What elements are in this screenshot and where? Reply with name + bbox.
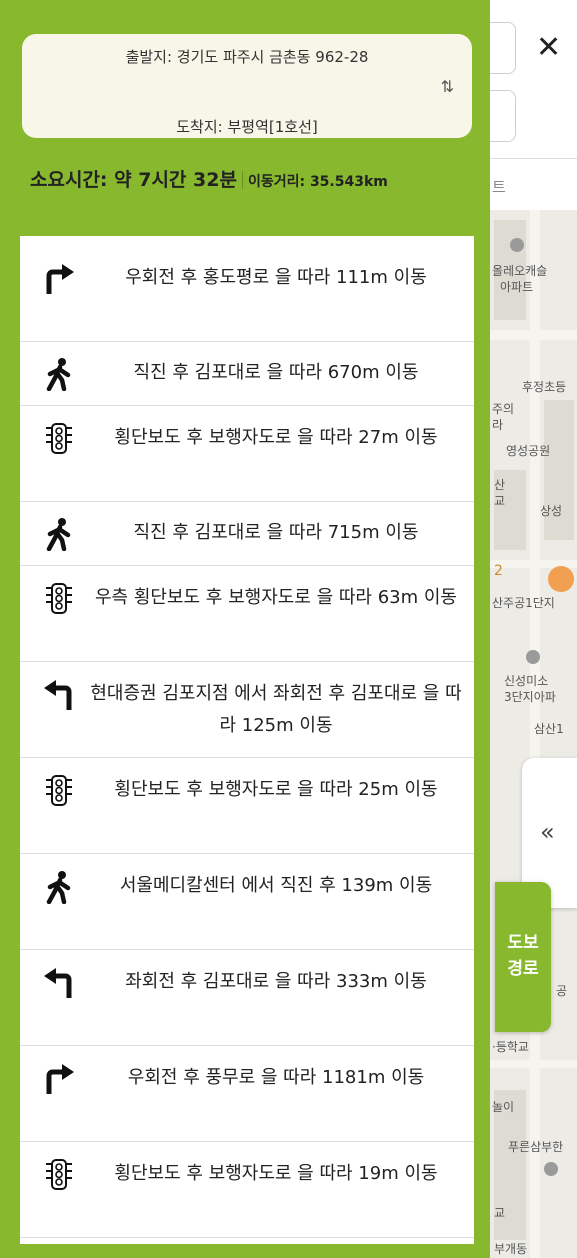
walk-route-tab-label: 도보 경로 xyxy=(507,933,539,979)
map-label: 주의 xyxy=(492,402,515,416)
map-cluster-marker[interactable] xyxy=(548,566,574,592)
map-label: 푸른삼부한 xyxy=(508,1140,564,1154)
map-road xyxy=(490,1060,577,1068)
map-poi-icon xyxy=(510,238,524,252)
direction-step-text: 우회전 후 홍도평로 을 따라 111m 이동 xyxy=(125,267,427,288)
map-label: 삼산1 xyxy=(534,722,564,736)
map-label: 올레오캐슬 xyxy=(492,264,548,278)
route-panel: 출발지: 경기도 파주시 금촌동 962-28 ⇅ 도착지: 부평역[1호선] … xyxy=(0,0,490,1258)
direction-step-text: 좌회전 후 김포대로 을 따라 333m 이동 xyxy=(125,971,427,992)
origin-label: 출발지: 경기도 파주시 금촌동 962-28 xyxy=(125,48,369,66)
direction-step[interactable]: 우회전 후 홍도평로 을 따라 111m 이동 xyxy=(20,246,474,342)
map-poi-icon xyxy=(526,650,540,664)
close-icon[interactable]: ✕ xyxy=(536,30,561,65)
header-divider xyxy=(490,158,577,159)
direction-step[interactable]: 현대증권 김포지점 에서 좌회전 후 김포대로 을 따라 125m 이동 xyxy=(20,662,474,758)
turn-right-icon xyxy=(42,1062,76,1096)
direction-step[interactable]: 우측 횡단보도 후 보행자도로 을 따라 63m 이동 xyxy=(20,566,474,662)
direction-step[interactable]: 직진 후 김포대로 을 따라 715m 이동 xyxy=(20,502,474,566)
map-label: ·등학교 xyxy=(492,1040,529,1054)
map-label: 부개동 xyxy=(494,1242,528,1256)
direction-step-text: 우회전 후 풍무로 을 따라 1181m 이동 xyxy=(127,1067,425,1088)
direction-step[interactable]: 횡단보도 후 보행자도로 을 따라 25m 이동 xyxy=(20,758,474,854)
map-area[interactable]: ✕ 트 올레오캐슬 아파트 후정초등 주의 라 영성공원 산 교 상성 2 산주… xyxy=(490,0,577,1258)
direction-step-text: 횡단보도 후 보행자도로 을 따라 25m 이동 xyxy=(114,779,438,800)
map-label: 영성공원 xyxy=(506,444,551,458)
map-label: 라 xyxy=(492,418,504,432)
distance-text: 이동거리: 35.543km xyxy=(247,174,388,190)
map-label: 아파트 xyxy=(500,280,534,294)
traffic-light-icon xyxy=(42,582,76,616)
map-label: 신성미소 xyxy=(504,674,549,688)
direction-step-text: 횡단보도 후 보행자도로 을 따라 27m 이동 xyxy=(114,427,438,448)
pedestrian-icon xyxy=(42,357,76,392)
direction-step[interactable]: 서울메디칼센터 에서 직진 후 139m 이동 xyxy=(20,854,474,950)
direction-step-text: 횡단보도 후 보행자도로 을 따라 19m 이동 xyxy=(114,1163,438,1184)
walk-route-tab[interactable]: 도보 경로 xyxy=(495,882,551,1032)
map-label: 교 xyxy=(494,494,506,508)
traffic-light-icon xyxy=(42,422,76,456)
direction-step[interactable]: 횡단보도 후 보행자도로 을 따라 27m 이동 xyxy=(20,406,474,502)
search-header: ✕ 트 xyxy=(490,0,577,210)
traffic-light-icon xyxy=(42,774,76,808)
map-label: 산 xyxy=(494,478,506,492)
turn-right-icon xyxy=(42,262,76,296)
direction-step-text: 우측 횡단보도 후 보행자도로 을 따라 63m 이동 xyxy=(94,587,457,608)
direction-step[interactable]: 좌회전 후 김포대로 을 따라 333m 이동 xyxy=(20,950,474,1046)
direction-step[interactable]: 우회전 후 풍무로 을 따라 1181m 이동 xyxy=(20,1046,474,1142)
map-label: 놀이 xyxy=(492,1100,515,1114)
duration-text: 소요시간: 약 7시간 32분 xyxy=(30,169,237,191)
destination-label: 도착지: 부평역[1호선] xyxy=(176,118,318,136)
direction-step-text: 직진 후 김포대로 을 따라 715m 이동 xyxy=(133,522,419,543)
swap-icon[interactable]: ⇅ xyxy=(441,77,454,96)
map-label: 후정초등 xyxy=(522,380,567,394)
map-label: 2 xyxy=(494,563,503,579)
map-label: 산주공1단지 xyxy=(492,596,555,610)
turn-left-icon xyxy=(42,678,76,712)
origin-input[interactable] xyxy=(490,22,516,74)
pedestrian-icon xyxy=(42,517,76,552)
direction-step[interactable]: 직진 후 김포대로 을 따라 670m 이동 xyxy=(20,342,474,406)
route-endpoints-box: 출발지: 경기도 파주시 금촌동 962-28 ⇅ 도착지: 부평역[1호선] xyxy=(22,34,472,138)
pedestrian-icon xyxy=(42,870,76,905)
map-poi-icon xyxy=(544,1162,558,1176)
traffic-light-icon xyxy=(42,1158,76,1192)
map-block xyxy=(544,400,574,540)
map-label: 3단지아파 xyxy=(504,690,556,704)
map-label: 공 xyxy=(556,984,568,998)
destination-input[interactable] xyxy=(490,90,516,142)
tab-fragment[interactable]: 트 xyxy=(492,176,506,197)
direction-step-text: 서울메디칼센터 에서 직진 후 139m 이동 xyxy=(119,875,433,896)
map-label: 교 xyxy=(494,1206,506,1220)
direction-steps-list[interactable]: 우회전 후 홍도평로 을 따라 111m 이동직진 후 김포대로 을 따라 67… xyxy=(20,236,474,1244)
direction-step[interactable]: 횡단보도 후 보행자도로 을 따라 19m 이동 xyxy=(20,1142,474,1238)
turn-left-icon xyxy=(42,966,76,1000)
direction-step-text: 현대증권 김포지점 에서 좌회전 후 김포대로 을 따라 125m 이동 xyxy=(90,683,462,736)
map-label: 상성 xyxy=(540,504,563,518)
direction-step-text: 직진 후 김포대로 을 따라 670m 이동 xyxy=(133,362,419,383)
route-summary: 소요시간: 약 7시간 32분 이동거리: 35.543km xyxy=(30,165,480,192)
summary-divider xyxy=(241,171,243,189)
double-chevron-left-icon: « xyxy=(540,818,555,846)
